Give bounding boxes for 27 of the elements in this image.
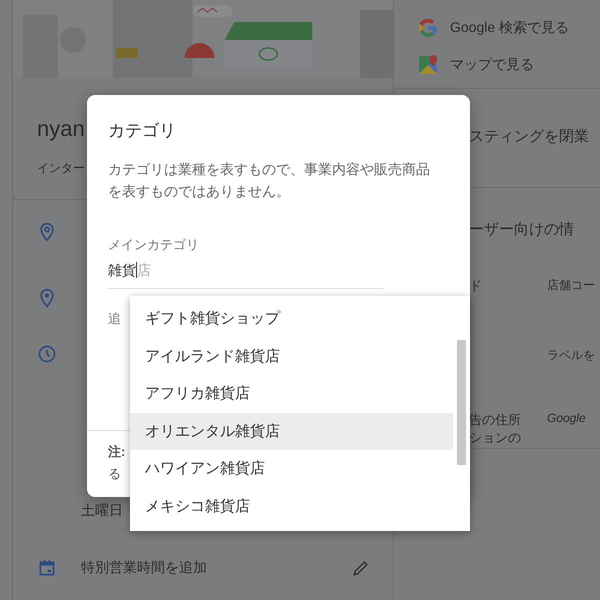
business-name: nyan <box>37 116 86 142</box>
weekday-label: 土曜日 <box>81 502 123 520</box>
dropdown-option[interactable]: アフリカ雑貨店 <box>130 375 453 412</box>
business-subtitle: インター <box>37 160 85 177</box>
field-label: メインカテゴリ <box>108 236 200 254</box>
section-heading: ーザー向けの情 <box>468 220 575 239</box>
field-value: 店舗コー <box>547 277 596 294</box>
field-value: Google <box>547 411 587 427</box>
dropdown-option[interactable]: ハワイアン雑貨店 <box>130 450 453 488</box>
dropdown-option[interactable]: オリエンタル雑貨店 <box>130 412 453 450</box>
g-logo-icon <box>416 16 440 40</box>
scrollbar-thumb[interactable] <box>457 340 466 465</box>
dialog-title: カテゴリ <box>108 120 177 142</box>
note-text: る <box>108 465 121 483</box>
field-label: ド <box>469 277 483 295</box>
dropdown-option[interactable]: メキシコ雑貨店 <box>130 488 453 525</box>
dropdown-option[interactable]: アイルランド雑貨店 <box>130 338 453 375</box>
map-pin-icon <box>416 52 440 76</box>
category-input-field[interactable]: 雑貨店 <box>108 262 383 289</box>
field-label: 告の住所 ションの <box>469 411 522 447</box>
field-value: ラベルを <box>547 347 596 364</box>
note-label: 注: <box>108 443 126 461</box>
calendar-icon <box>37 558 57 578</box>
special-hours-label: 特別営業時間を追加 <box>81 559 208 577</box>
dropdown-option[interactable]: ギフト雑貨ショップ <box>130 300 453 338</box>
clock-icon <box>37 344 57 364</box>
additional-category-label: 追 <box>108 310 121 328</box>
